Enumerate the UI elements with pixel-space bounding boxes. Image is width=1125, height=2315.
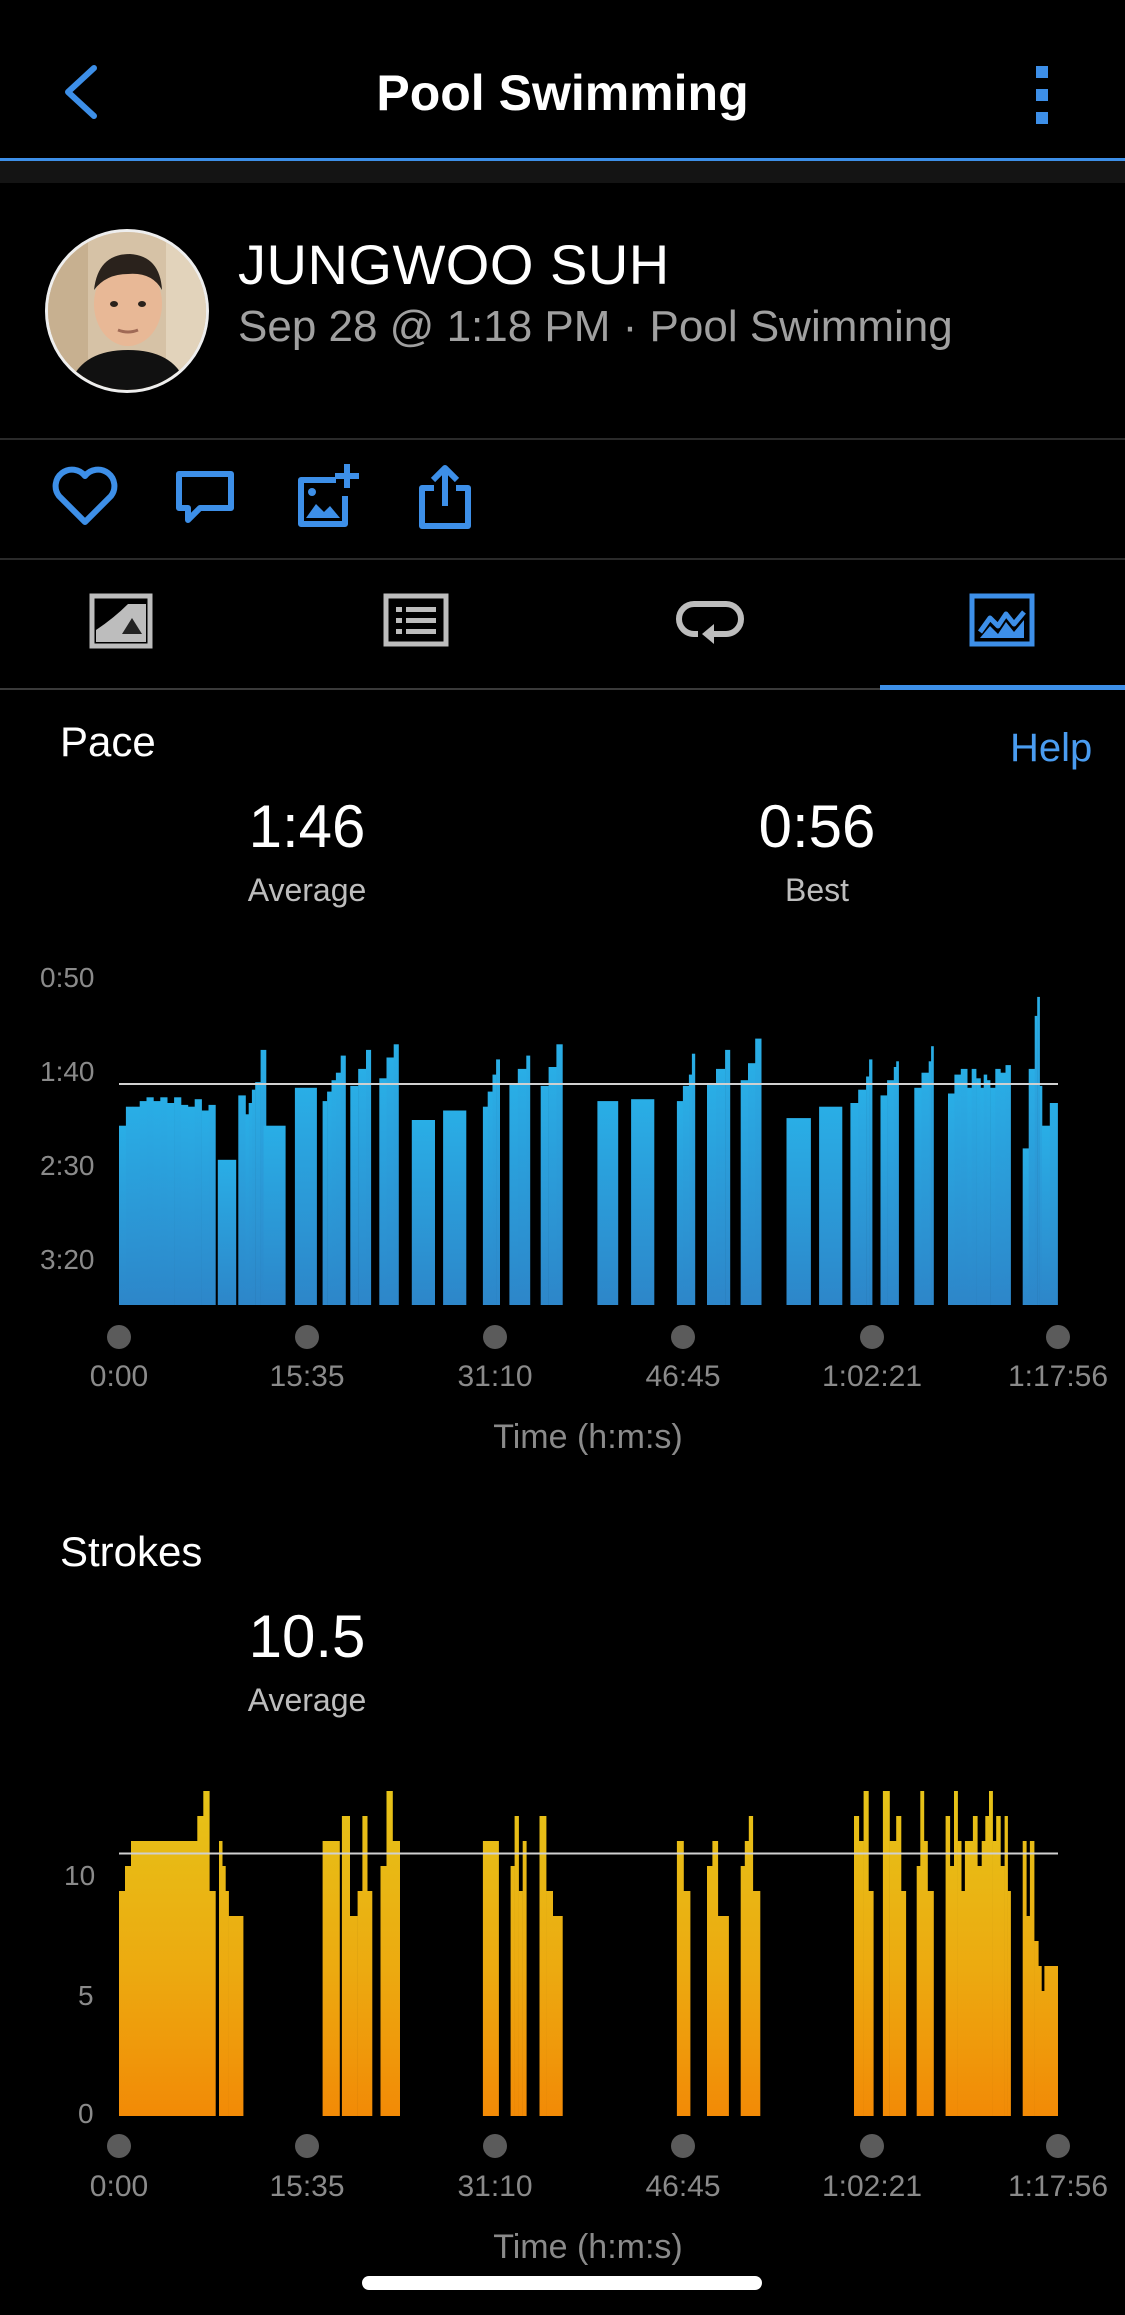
timeline-dot — [483, 2134, 507, 2158]
strokes-bar — [203, 1791, 210, 2116]
strokes-bar — [522, 1841, 527, 2116]
strokes-bar — [901, 1891, 907, 2116]
strokes-bar — [510, 1866, 515, 2116]
strokes-bar — [920, 1791, 925, 2116]
strokes-bar — [712, 1841, 719, 2116]
strokes-bar — [868, 1891, 874, 2116]
strokes-bar — [964, 1841, 969, 2116]
timeline-dot — [1046, 2134, 1070, 2158]
strokes-x-tick: 1:02:21 — [821, 2170, 923, 2203]
strokes-bar — [977, 1866, 982, 2116]
strokes-bar — [1007, 1891, 1011, 2116]
strokes-bar — [518, 1891, 523, 2116]
strokes-bar — [225, 1891, 229, 2116]
timeline-dot — [671, 2134, 695, 2158]
strokes-bar — [717, 1916, 729, 2116]
strokes-bar — [744, 1841, 750, 2116]
strokes-bar — [1038, 1966, 1042, 2116]
strokes-bar — [125, 1866, 132, 2116]
strokes-chart — [119, 1791, 1058, 2116]
strokes-bar — [676, 1841, 684, 2116]
strokes-bar — [996, 1816, 1001, 2116]
strokes-bar — [362, 1816, 368, 2116]
strokes-bar — [322, 1841, 340, 2116]
strokes-bar — [954, 1791, 958, 2116]
strokes-x-tick: 46:45 — [645, 2170, 721, 2203]
strokes-bar — [1022, 1841, 1027, 2116]
strokes-bar — [552, 1916, 563, 2116]
strokes-bar — [349, 1916, 358, 2116]
strokes-bar — [209, 1891, 216, 2116]
strokes-bar — [546, 1891, 553, 2116]
strokes-x-tick: 0:00 — [89, 2170, 149, 2203]
strokes-bar — [1026, 1916, 1031, 2116]
strokes-bar — [539, 1816, 547, 2116]
strokes-bar — [380, 1866, 387, 2116]
timeline-dot — [860, 2134, 884, 2158]
strokes-bar — [748, 1816, 754, 2116]
strokes-bar — [367, 1891, 373, 2116]
strokes-bar — [392, 1841, 400, 2116]
strokes-bar — [514, 1816, 519, 2116]
strokes-bar — [683, 1891, 691, 2116]
timeline-dot — [107, 2134, 131, 2158]
strokes-bar — [863, 1791, 869, 2116]
strokes-bar — [896, 1816, 902, 2116]
strokes-bar — [949, 1866, 955, 2116]
strokes-bar — [197, 1816, 204, 2116]
home-indicator — [362, 2276, 762, 2290]
strokes-x-tick: 15:35 — [269, 2170, 345, 2203]
strokes-bar — [981, 1841, 986, 2116]
strokes-bar — [1029, 1841, 1035, 2116]
strokes-bar — [945, 1816, 951, 2116]
timeline-dot — [295, 2134, 319, 2158]
strokes-bar — [119, 1891, 126, 2116]
strokes-bar — [916, 1866, 921, 2116]
strokes-bar — [752, 1891, 761, 2116]
strokes-bar — [219, 1841, 223, 2116]
strokes-bar — [961, 1891, 966, 2116]
strokes-bar — [957, 1841, 962, 2116]
strokes-x-tick: 1:17:56 — [1007, 2170, 1109, 2203]
strokes-bar — [989, 1791, 993, 2116]
strokes-bar — [1034, 1941, 1039, 2116]
strokes-bar — [131, 1841, 198, 2116]
strokes-bar — [386, 1791, 393, 2116]
strokes-bar — [927, 1891, 934, 2116]
strokes-x-tick: 31:10 — [457, 2170, 533, 2203]
strokes-bar — [341, 1816, 350, 2116]
strokes-bar — [858, 1841, 864, 2116]
strokes-bar — [882, 1791, 890, 2116]
strokes-bar — [222, 1866, 226, 2116]
strokes-bar — [968, 1841, 974, 2116]
strokes-bar — [985, 1816, 990, 2116]
strokes-bar — [1004, 1816, 1008, 2116]
strokes-bar — [707, 1866, 713, 2116]
strokes-bar — [923, 1841, 928, 2116]
strokes-bar — [992, 1841, 997, 2116]
strokes-bar — [1041, 1991, 1045, 2116]
strokes-x-axis-title: Time (h:m:s) — [493, 2228, 683, 2266]
strokes-bar — [1000, 1866, 1005, 2116]
strokes-bar — [228, 1916, 244, 2116]
strokes-bar — [972, 1816, 978, 2116]
strokes-bar — [889, 1841, 897, 2116]
strokes-bar — [482, 1841, 499, 2116]
strokes-bar — [740, 1866, 745, 2116]
strokes-bar — [854, 1816, 860, 2116]
strokes-bar — [1044, 1966, 1058, 2116]
strokes-bar — [357, 1891, 363, 2116]
